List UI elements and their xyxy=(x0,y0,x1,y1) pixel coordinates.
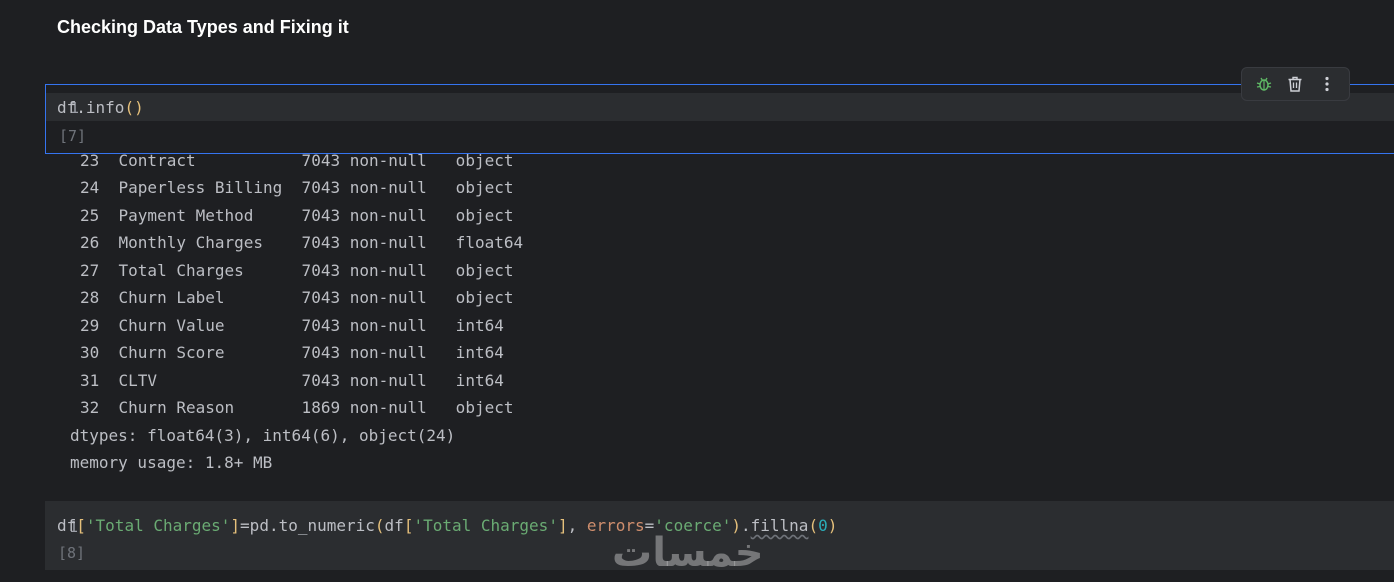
output-dtypes: dtypes: float64(3), int64(6), object(24) xyxy=(70,426,456,445)
cell-toolbar xyxy=(1241,67,1350,101)
code-token: df xyxy=(57,516,77,535)
code-token: df.info xyxy=(57,98,125,117)
markdown-heading: Checking Data Types and Fixing it xyxy=(57,17,349,37)
code-token: 0 xyxy=(818,516,828,535)
code-token: df xyxy=(384,516,404,535)
output-row: 31 CLTV 7043 non-null int64 xyxy=(80,371,504,390)
execution-count: [8] xyxy=(58,544,86,562)
output-row: 27 Total Charges 7043 non-null object xyxy=(80,261,514,280)
watermark-logo: خمسات xyxy=(612,530,764,576)
output-row: 25 Payment Method 7043 non-null object xyxy=(80,206,514,225)
more-vertical-icon xyxy=(1325,76,1329,92)
cell-1-output: 23 Contract 7043 non-null object 24 Pape… xyxy=(60,148,760,478)
output-row: 30 Churn Score 7043 non-null int64 xyxy=(80,343,504,362)
output-row: 29 Churn Value 7043 non-null int64 xyxy=(80,316,504,335)
code-token: 'Total Charges' xyxy=(85,516,231,535)
output-row: 28 Churn Label 7043 non-null object xyxy=(80,288,514,307)
cell-1-code[interactable]: df.info() xyxy=(57,98,144,117)
trash-icon xyxy=(1288,76,1302,92)
code-editor-row[interactable] xyxy=(46,93,1394,121)
output-row: 24 Paperless Billing 7043 non-null objec… xyxy=(80,178,514,197)
code-token: ( xyxy=(374,516,385,535)
code-token: [ xyxy=(403,516,414,535)
code-token: ] xyxy=(230,516,241,535)
code-token: () xyxy=(124,98,144,117)
code-token: ( xyxy=(808,516,819,535)
code-token: , xyxy=(567,516,587,535)
execution-count: [7] xyxy=(59,127,87,145)
output-row: 32 Churn Reason 1869 non-null object xyxy=(80,398,514,417)
code-token: =pd.to_numeric xyxy=(240,516,375,535)
code-token: ] xyxy=(557,516,568,535)
code-cell-1[interactable]: 1 df.info() [7] xyxy=(45,84,1394,154)
output-memory: memory usage: 1.8+ MB xyxy=(70,453,273,472)
delete-cell-button[interactable] xyxy=(1283,72,1307,96)
bug-icon xyxy=(1256,77,1272,91)
code-token: [ xyxy=(76,516,86,535)
debug-cell-button[interactable] xyxy=(1252,72,1276,96)
more-actions-button[interactable] xyxy=(1315,72,1339,96)
output-row: 26 Monthly Charges 7043 non-null float64 xyxy=(80,233,524,252)
code-token: ) xyxy=(827,516,838,535)
notebook-page: Checking Data Types and Fixing it 1 df.i… xyxy=(0,0,1394,582)
code-token: 'Total Charges' xyxy=(413,516,558,535)
output-row: 23 Contract 7043 non-null object xyxy=(80,151,514,170)
